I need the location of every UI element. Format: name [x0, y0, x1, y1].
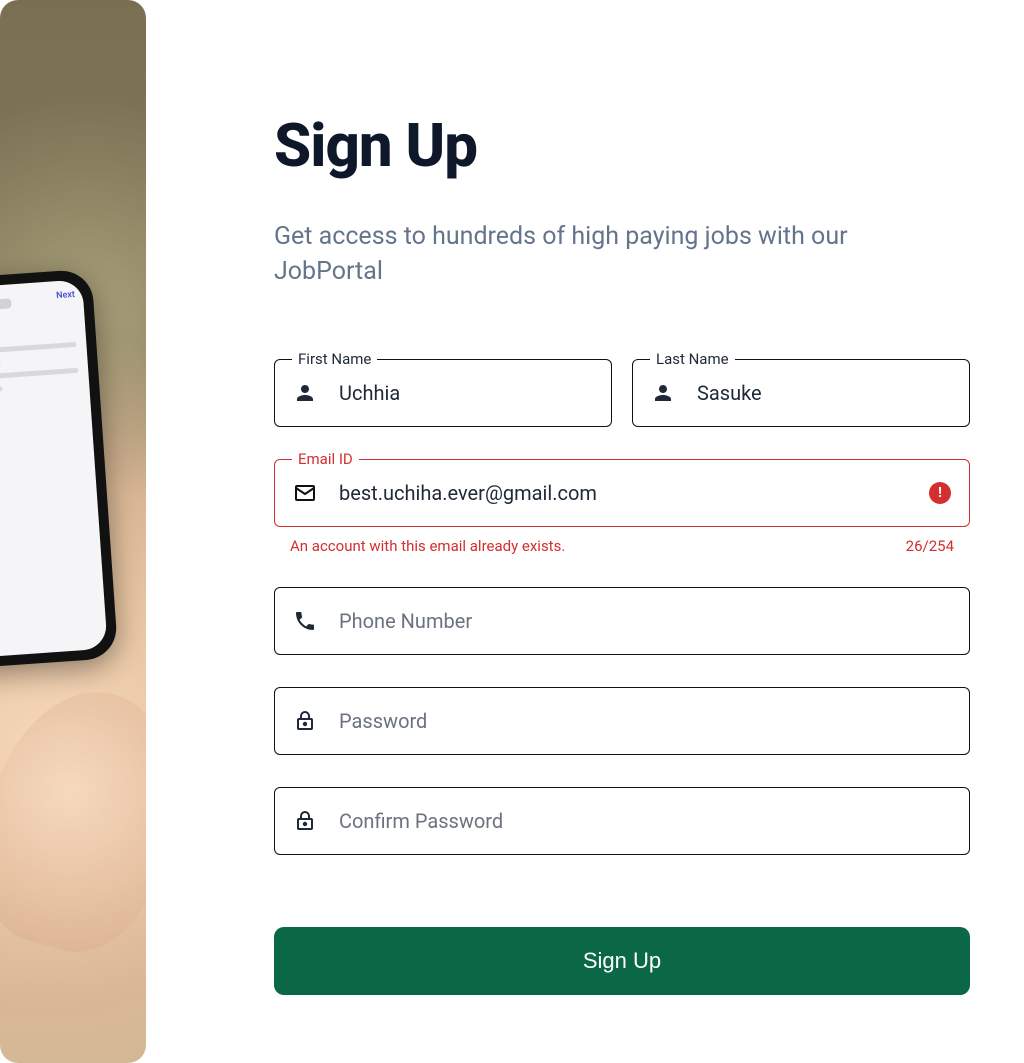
first-name-label: First Name [292, 350, 377, 368]
lock-icon [293, 709, 317, 733]
last-name-field: Last Name [632, 359, 970, 427]
mail-icon [293, 481, 317, 505]
page-subtitle: Get access to hundreds of high paying jo… [274, 219, 894, 289]
password-input[interactable] [339, 709, 951, 733]
phone-field [274, 587, 970, 655]
email-field: Email ID ! An account with this email al… [274, 459, 970, 555]
confirm-password-field [274, 787, 970, 855]
email-error-text: An account with this email already exist… [290, 537, 565, 555]
phone-mockup: ••• Next [0, 269, 118, 672]
error-icon: ! [929, 482, 951, 504]
first-name-input[interactable] [339, 381, 593, 405]
confirm-password-input[interactable] [339, 809, 951, 833]
last-name-input[interactable] [697, 381, 951, 405]
first-name-field: First Name [274, 359, 612, 427]
phone-icon [293, 609, 317, 633]
email-input[interactable] [339, 481, 917, 505]
person-icon [293, 381, 317, 405]
page-title: Sign Up [274, 110, 970, 181]
signup-form: Sign Up Get access to hundreds of high p… [146, 0, 1024, 1063]
email-char-counter: 26/254 [906, 537, 954, 555]
hero-image: ••• Next [0, 0, 146, 1063]
email-label: Email ID [292, 450, 359, 468]
phone-input[interactable] [339, 609, 951, 633]
last-name-label: Last Name [650, 350, 735, 368]
person-icon [651, 381, 675, 405]
lock-icon [293, 809, 317, 833]
signup-button[interactable]: Sign Up [274, 927, 970, 995]
password-field [274, 687, 970, 755]
